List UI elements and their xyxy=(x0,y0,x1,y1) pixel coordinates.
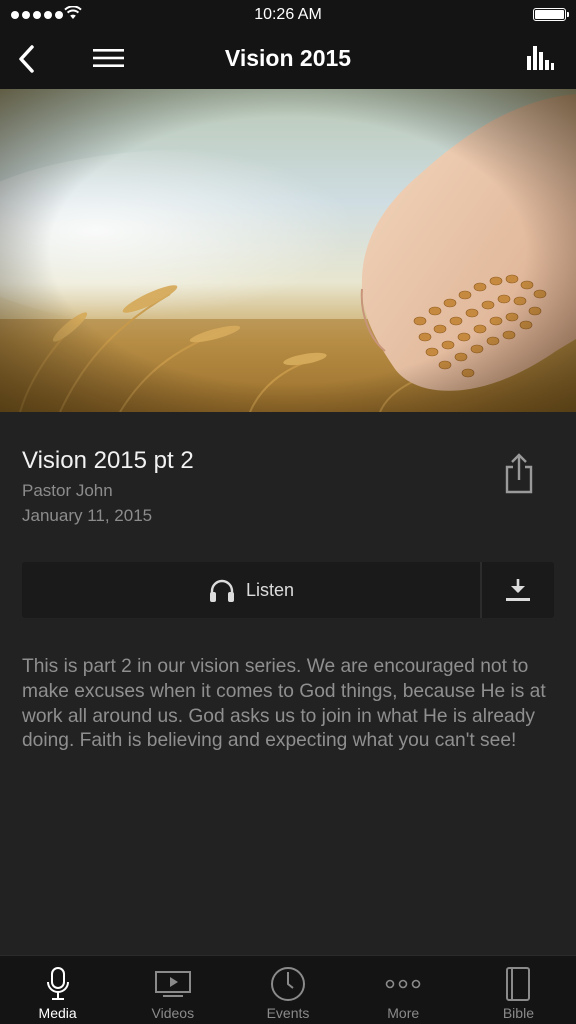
sermon-date: January 11, 2015 xyxy=(22,506,153,525)
sermon-speaker: Pastor John xyxy=(22,481,113,500)
listen-button[interactable]: Listen xyxy=(22,562,480,618)
headphones-icon xyxy=(209,579,234,602)
listen-label: Listen xyxy=(245,579,295,600)
download-icon xyxy=(506,579,530,601)
tab-bible[interactable]: Bible xyxy=(461,956,576,1024)
tab-events[interactable]: Events xyxy=(230,956,345,1024)
book-icon xyxy=(498,965,538,1003)
microphone-icon xyxy=(38,965,78,1003)
tab-media[interactable]: Media xyxy=(0,956,115,1024)
sermon-title: Vision 2015 pt 2 xyxy=(22,447,194,474)
tab-more-label: More xyxy=(387,1005,420,1021)
tab-events-label: Events xyxy=(266,1005,310,1021)
tab-bar: Media Videos Events More Bible xyxy=(0,955,576,1024)
tab-videos-label: Videos xyxy=(151,1005,195,1021)
nav-bar: Vision 2015 xyxy=(0,30,576,89)
video-icon xyxy=(153,965,193,1003)
sermon-artwork xyxy=(0,89,576,412)
more-dots-icon xyxy=(383,965,423,1003)
tab-bible-label: Bible xyxy=(502,1005,534,1021)
page-title: Vision 2015 xyxy=(224,45,352,71)
media-actions: Listen xyxy=(22,562,554,618)
status-bar: 10:26 AM xyxy=(0,0,576,30)
tab-more[interactable]: More xyxy=(346,956,461,1024)
download-button[interactable] xyxy=(482,562,554,618)
tab-media-label: Media xyxy=(38,1005,77,1021)
clock-icon xyxy=(268,965,308,1003)
bar-chart-icon[interactable] xyxy=(526,44,554,72)
tab-videos[interactable]: Videos xyxy=(115,956,230,1024)
sermon-description: This is part 2 in our vision series. We … xyxy=(22,656,546,752)
share-icon[interactable] xyxy=(500,452,538,494)
status-time: 10:26 AM xyxy=(254,6,322,23)
battery-icon xyxy=(533,8,569,21)
